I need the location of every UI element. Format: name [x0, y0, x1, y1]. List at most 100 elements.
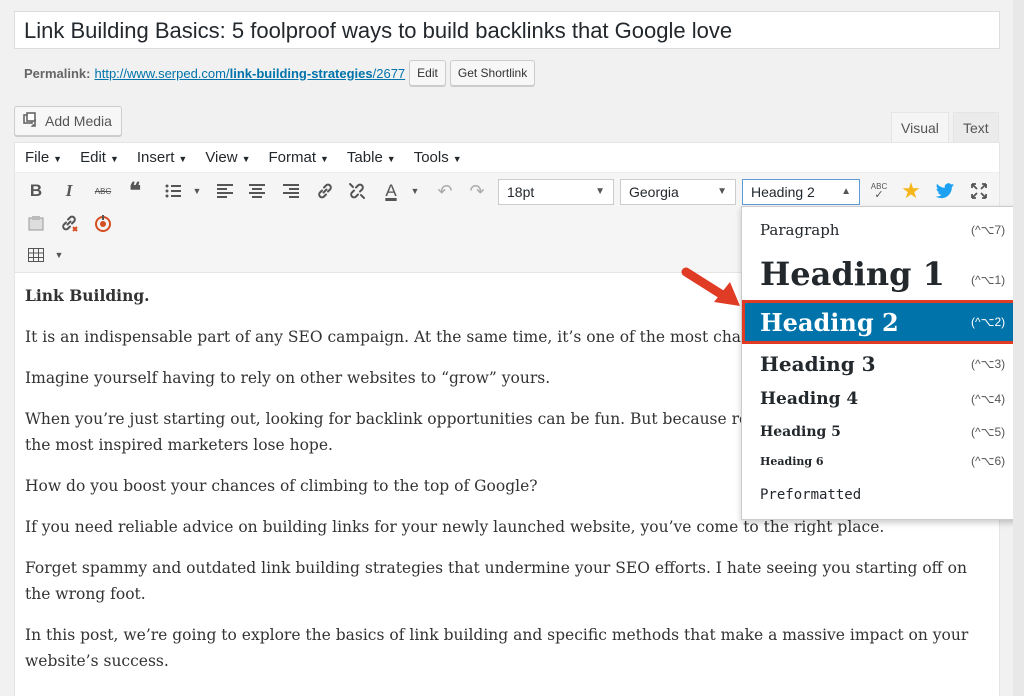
block-format-select[interactable]: Heading 2 ▲ — [742, 179, 860, 205]
paragraph-3-line1: When you’re just starting out, looking f… — [25, 410, 792, 428]
dropdown-item-heading-4[interactable]: Heading 4 (^⌥4) — [742, 383, 1024, 415]
dropdown-item-label: Heading 1 — [760, 255, 945, 293]
tab-text[interactable]: Text — [953, 112, 999, 142]
dropdown-item-shortcut: (^⌥6) — [971, 454, 1006, 468]
permalink-slug: link-building-strategies — [229, 65, 373, 81]
menu-table-label: Table — [346, 149, 383, 166]
dropdown-item-preformatted[interactable]: Preformatted — [742, 481, 1024, 509]
chevron-down-icon: ▼ — [320, 154, 329, 164]
chevron-down-icon: ▼ — [53, 154, 63, 164]
menu-file[interactable]: File ▼ — [25, 149, 62, 166]
dropdown-item-paragraph[interactable]: Paragraph (^⌥7) — [742, 215, 1024, 245]
align-left-icon[interactable] — [213, 179, 237, 203]
dropdown-item-heading-6[interactable]: Heading 6 (^⌥6) — [742, 447, 1024, 475]
strikethrough-icon[interactable]: ABC — [91, 179, 115, 203]
undo-icon[interactable]: ↶ — [433, 179, 457, 203]
chevron-up-icon: ▲ — [841, 186, 851, 197]
media-icon — [23, 111, 39, 131]
chevron-down-icon: ▼ — [241, 154, 251, 164]
menu-file-label: File — [25, 149, 50, 166]
editor-menubar: File ▼ Edit ▼ Insert ▼ View ▼ Format ▼ Table ▼… — [15, 143, 999, 173]
unlink-icon[interactable] — [345, 179, 369, 203]
target-icon[interactable] — [91, 211, 115, 235]
menu-edit-label: Edit — [80, 149, 106, 166]
menu-tools-label: Tools — [413, 149, 449, 166]
redo-icon[interactable]: ↷ — [465, 179, 489, 203]
permalink-label: Permalink: — [24, 65, 91, 81]
italic-icon[interactable]: I — [57, 179, 81, 203]
align-center-icon[interactable] — [245, 179, 269, 203]
link-icon[interactable] — [313, 179, 337, 203]
spellcheck-icon[interactable]: ABC ✓ — [867, 179, 891, 203]
tab-visual[interactable]: Visual — [891, 112, 949, 142]
dropdown-item-heading-2[interactable]: Heading 2 (^⌥2) — [742, 300, 1024, 344]
menu-tools[interactable]: Tools ▼ — [414, 149, 462, 166]
permalink-url[interactable]: http://www.serped.com/link-building-stra… — [94, 66, 405, 81]
menu-insert-label: Insert — [136, 149, 175, 166]
permalink-id: /2677 — [372, 65, 406, 81]
dropdown-item-label: Preformatted — [760, 487, 862, 503]
bold-icon[interactable]: B — [24, 179, 48, 203]
font-size-select[interactable]: 18pt ▼ — [498, 179, 614, 205]
dropdown-item-label: Heading 3 — [760, 352, 876, 376]
pointer-arrow-icon — [680, 262, 744, 317]
permalink-base: http://www.serped.com/ — [94, 65, 230, 81]
right-scroll-edge — [1013, 0, 1024, 696]
text-color-icon[interactable]: A — [379, 179, 403, 203]
block-format-dropdown: Paragraph (^⌥7) Heading 1 (^⌥1) Heading … — [741, 206, 1024, 520]
menu-view-label: View — [205, 149, 238, 166]
dropdown-item-shortcut: (^⌥4) — [971, 392, 1006, 406]
dropdown-item-shortcut: (^⌥1) — [971, 273, 1006, 287]
block-format-value: Heading 2 — [751, 184, 815, 200]
twitter-icon[interactable] — [933, 179, 957, 203]
chevron-down-icon: ▼ — [386, 154, 396, 164]
add-media-button[interactable]: Add Media — [14, 106, 122, 136]
dropdown-item-shortcut: (^⌥7) — [971, 223, 1006, 237]
paste-icon[interactable] — [24, 211, 48, 235]
dropdown-item-label: Heading 2 — [760, 307, 899, 337]
dropdown-item-label: Paragraph — [760, 221, 840, 239]
dropdown-item-shortcut: (^⌥2) — [971, 315, 1006, 329]
dropdown-item-heading-1[interactable]: Heading 1 (^⌥1) — [742, 249, 1024, 299]
dropdown-item-heading-5[interactable]: Heading 5 (^⌥5) — [742, 417, 1024, 447]
dropdown-item-shortcut: (^⌥3) — [971, 357, 1006, 371]
dropdown-item-label: Heading 5 — [760, 424, 841, 440]
font-family-select[interactable]: Georgia ▼ — [620, 179, 736, 205]
bullet-list-icon[interactable] — [161, 179, 185, 203]
font-size-value: 18pt — [507, 184, 535, 200]
chevron-down-icon: ▼ — [109, 154, 119, 164]
menu-insert[interactable]: Insert ▼ — [137, 149, 187, 166]
chevron-down-icon: ▼ — [717, 186, 727, 197]
menu-edit[interactable]: Edit ▼ — [80, 149, 119, 166]
chevron-down-icon[interactable]: ▼ — [403, 179, 427, 203]
post-title-input[interactable]: Link Building Basics: 5 foolproof ways t… — [14, 11, 1000, 49]
add-media-label: Add Media — [45, 113, 112, 129]
star-icon[interactable]: ★ — [899, 178, 923, 203]
check-mark-icon: ✓ — [874, 189, 884, 201]
permalink-edit-button[interactable]: Edit — [409, 60, 446, 86]
chevron-down-icon: ▼ — [595, 186, 605, 197]
chevron-down-icon: ▼ — [452, 154, 462, 164]
align-right-icon[interactable] — [279, 179, 303, 203]
dropdown-item-label: Heading 6 — [760, 454, 824, 468]
chevron-down-icon: ▼ — [178, 154, 188, 164]
paragraph-3-line2: the most inspired marketers lose hope. — [25, 436, 333, 454]
blockquote-icon[interactable]: ❝ — [123, 178, 147, 203]
table-icon[interactable] — [24, 243, 48, 267]
menu-format-label: Format — [268, 149, 316, 166]
permalink-row: Permalink: http://www.serped.com/link-bu… — [24, 60, 536, 86]
broken-link-icon[interactable] — [57, 211, 81, 235]
menu-table[interactable]: Table ▼ — [347, 149, 396, 166]
fullscreen-icon[interactable] — [967, 179, 991, 203]
dropdown-item-shortcut: (^⌥5) — [971, 425, 1006, 439]
get-shortlink-button[interactable]: Get Shortlink — [449, 60, 536, 86]
dropdown-item-heading-3[interactable]: Heading 3 (^⌥3) — [742, 347, 1024, 381]
dropdown-item-label: Heading 4 — [760, 389, 859, 409]
menu-format[interactable]: Format ▼ — [268, 149, 328, 166]
paragraph-7: In this post, we’re going to explore the… — [25, 626, 969, 670]
chevron-down-icon[interactable]: ▼ — [185, 179, 209, 203]
font-family-value: Georgia — [629, 184, 679, 200]
chevron-down-icon[interactable]: ▼ — [47, 243, 71, 267]
paragraph-6: Forget spammy and outdated link building… — [25, 559, 967, 603]
menu-view[interactable]: View ▼ — [205, 149, 250, 166]
